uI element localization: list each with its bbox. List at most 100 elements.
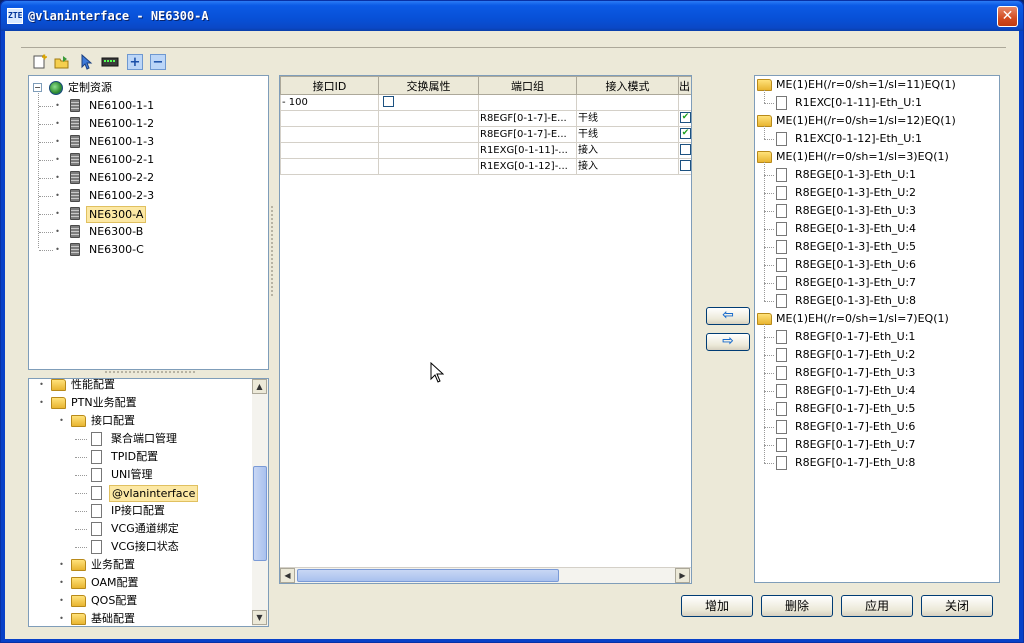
- cell-out[interactable]: [678, 142, 691, 159]
- function-tree-item[interactable]: TPID配置: [29, 448, 253, 466]
- cell-mode[interactable]: 干线: [576, 126, 679, 143]
- out-checkbox[interactable]: [680, 144, 691, 155]
- cell-port[interactable]: R8EGF[0-1-7]-E...: [478, 110, 577, 127]
- close-window-button[interactable]: ✕: [997, 6, 1018, 27]
- tree-item-ne[interactable]: • NE6100-1-1: [29, 97, 268, 115]
- cell-id[interactable]: [280, 110, 379, 127]
- table-row[interactable]: R8EGF[0-1-7]-E... 干线 ✔: [280, 126, 691, 143]
- port-item[interactable]: R8EGF[0-1-7]-Eth_U:7: [755, 436, 999, 454]
- function-tree-item[interactable]: • OAM配置: [29, 574, 253, 592]
- cell-id[interactable]: [280, 126, 379, 143]
- cell-port[interactable]: R8EGF[0-1-7]-E...: [478, 126, 577, 143]
- table-row[interactable]: R1EXG[0-1-12]-... 接入: [280, 158, 691, 175]
- scroll-up-button[interactable]: ▲: [252, 379, 267, 394]
- expand-handle-icon[interactable]: •: [53, 192, 62, 201]
- collapse-icon[interactable]: −: [150, 54, 166, 70]
- column-header[interactable]: 出: [678, 76, 691, 95]
- function-tree-scrollbar[interactable]: ▲ ▼: [252, 379, 268, 626]
- expand-handle-icon[interactable]: •: [57, 561, 66, 570]
- column-header[interactable]: 端口组: [478, 76, 577, 95]
- cell-mode[interactable]: [576, 94, 679, 111]
- device-icon[interactable]: [101, 54, 119, 70]
- function-tree-item[interactable]: 聚合端口管理: [29, 430, 253, 448]
- function-tree-item[interactable]: UNI管理: [29, 466, 253, 484]
- cell-id[interactable]: - 100: [280, 94, 379, 111]
- expand-handle-icon[interactable]: •: [53, 120, 62, 129]
- title-bar[interactable]: ZTE @vlaninterface - NE6300-A ✕: [1, 1, 1023, 31]
- function-tree-item[interactable]: • 接口配置: [29, 412, 253, 430]
- cell-port[interactable]: R1EXG[0-1-12]-...: [478, 158, 577, 175]
- move-right-button[interactable]: ⇨: [706, 333, 750, 351]
- port-group-item[interactable]: ME(1)EH(/r=0/sh=1/sl=12)EQ(1): [755, 112, 999, 130]
- tree-item-ne[interactable]: • NE6100-1-2: [29, 115, 268, 133]
- port-item[interactable]: R8EGF[0-1-7]-Eth_U:4: [755, 382, 999, 400]
- apply-button[interactable]: 应用: [841, 595, 913, 617]
- cell-swap[interactable]: [378, 142, 479, 159]
- port-item[interactable]: R8EGF[0-1-7]-Eth_U:5: [755, 400, 999, 418]
- port-item[interactable]: R8EGE[0-1-3]-Eth_U:8: [755, 292, 999, 310]
- table-h-scrollbar[interactable]: ◀ ▶: [280, 567, 691, 583]
- function-tree-item[interactable]: • PTN业务配置: [29, 394, 253, 412]
- function-tree-item[interactable]: • 基础配置: [29, 610, 253, 626]
- horizontal-splitter[interactable]: [105, 371, 195, 374]
- table-row[interactable]: R8EGF[0-1-7]-E... 干线 ✔: [280, 110, 691, 127]
- scroll-down-button[interactable]: ▼: [252, 610, 267, 625]
- column-header[interactable]: 交换属性: [378, 76, 479, 95]
- vertical-splitter[interactable]: [271, 206, 274, 296]
- collapse-handle-icon[interactable]: −: [33, 83, 42, 92]
- function-tree-item[interactable]: • QOS配置: [29, 592, 253, 610]
- expand-handle-icon[interactable]: •: [57, 579, 66, 588]
- expand-handle-icon[interactable]: •: [53, 228, 62, 237]
- close-button[interactable]: 关闭: [921, 595, 993, 617]
- function-tree-item[interactable]: IP接口配置: [29, 502, 253, 520]
- port-item[interactable]: R8EGE[0-1-3]-Eth_U:1: [755, 166, 999, 184]
- expand-handle-icon[interactable]: •: [57, 597, 66, 606]
- expand-handle-icon[interactable]: •: [53, 138, 62, 147]
- cell-mode[interactable]: 接入: [576, 142, 679, 159]
- cell-port[interactable]: R1EXG[0-1-11]-...: [478, 142, 577, 159]
- port-item[interactable]: R8EGF[0-1-7]-Eth_U:2: [755, 346, 999, 364]
- cell-swap[interactable]: [378, 94, 479, 111]
- expand-handle-icon[interactable]: •: [53, 246, 62, 255]
- expand-handle-icon[interactable]: •: [53, 102, 62, 111]
- cell-swap[interactable]: [378, 110, 479, 127]
- function-tree-item[interactable]: @vlaninterface: [29, 484, 253, 502]
- port-item[interactable]: R1EXC[0-1-12]-Eth_U:1: [755, 130, 999, 148]
- expand-handle-icon[interactable]: •: [53, 210, 62, 219]
- cell-mode[interactable]: 干线: [576, 110, 679, 127]
- tree-root[interactable]: − 定制资源: [29, 79, 268, 97]
- port-item[interactable]: R8EGE[0-1-3]-Eth_U:2: [755, 184, 999, 202]
- swap-checkbox[interactable]: [383, 96, 394, 107]
- cell-out[interactable]: ✔: [678, 126, 691, 143]
- expand-handle-icon[interactable]: •: [37, 399, 46, 408]
- tree-item-ne[interactable]: • NE6300-B: [29, 223, 268, 241]
- cell-out[interactable]: [678, 94, 691, 111]
- port-item[interactable]: R8EGE[0-1-3]-Eth_U:7: [755, 274, 999, 292]
- column-header[interactable]: 接入模式: [576, 76, 679, 95]
- cell-swap[interactable]: [378, 126, 479, 143]
- tree-item-ne[interactable]: • NE6300-C: [29, 241, 268, 259]
- out-checkbox[interactable]: ✔: [680, 128, 691, 139]
- delete-button[interactable]: 删除: [761, 595, 833, 617]
- port-item[interactable]: R8EGE[0-1-3]-Eth_U:3: [755, 202, 999, 220]
- cell-port[interactable]: [478, 94, 577, 111]
- port-item[interactable]: R1EXC[0-1-11]-Eth_U:1: [755, 94, 999, 112]
- cell-out[interactable]: [678, 158, 691, 175]
- scroll-thumb[interactable]: [253, 466, 267, 561]
- scroll-right-button[interactable]: ▶: [675, 568, 690, 583]
- expand-handle-icon[interactable]: •: [57, 417, 66, 426]
- port-item[interactable]: R8EGE[0-1-3]-Eth_U:4: [755, 220, 999, 238]
- new-icon[interactable]: [32, 54, 48, 70]
- open-icon[interactable]: [54, 54, 70, 70]
- expand-handle-icon[interactable]: •: [37, 381, 46, 390]
- cell-id[interactable]: [280, 158, 379, 175]
- port-group-item[interactable]: ME(1)EH(/r=0/sh=1/sl=3)EQ(1): [755, 148, 999, 166]
- tree-item-ne[interactable]: • NE6100-1-3: [29, 133, 268, 151]
- function-tree-item[interactable]: VCG接口状态: [29, 538, 253, 556]
- function-tree-item[interactable]: • 性能配置: [29, 379, 253, 394]
- port-item[interactable]: R8EGE[0-1-3]-Eth_U:5: [755, 238, 999, 256]
- port-item[interactable]: R8EGF[0-1-7]-Eth_U:1: [755, 328, 999, 346]
- expand-handle-icon[interactable]: •: [53, 174, 62, 183]
- function-tree-item[interactable]: • 业务配置: [29, 556, 253, 574]
- tree-item-ne[interactable]: • NE6300-A: [29, 205, 268, 223]
